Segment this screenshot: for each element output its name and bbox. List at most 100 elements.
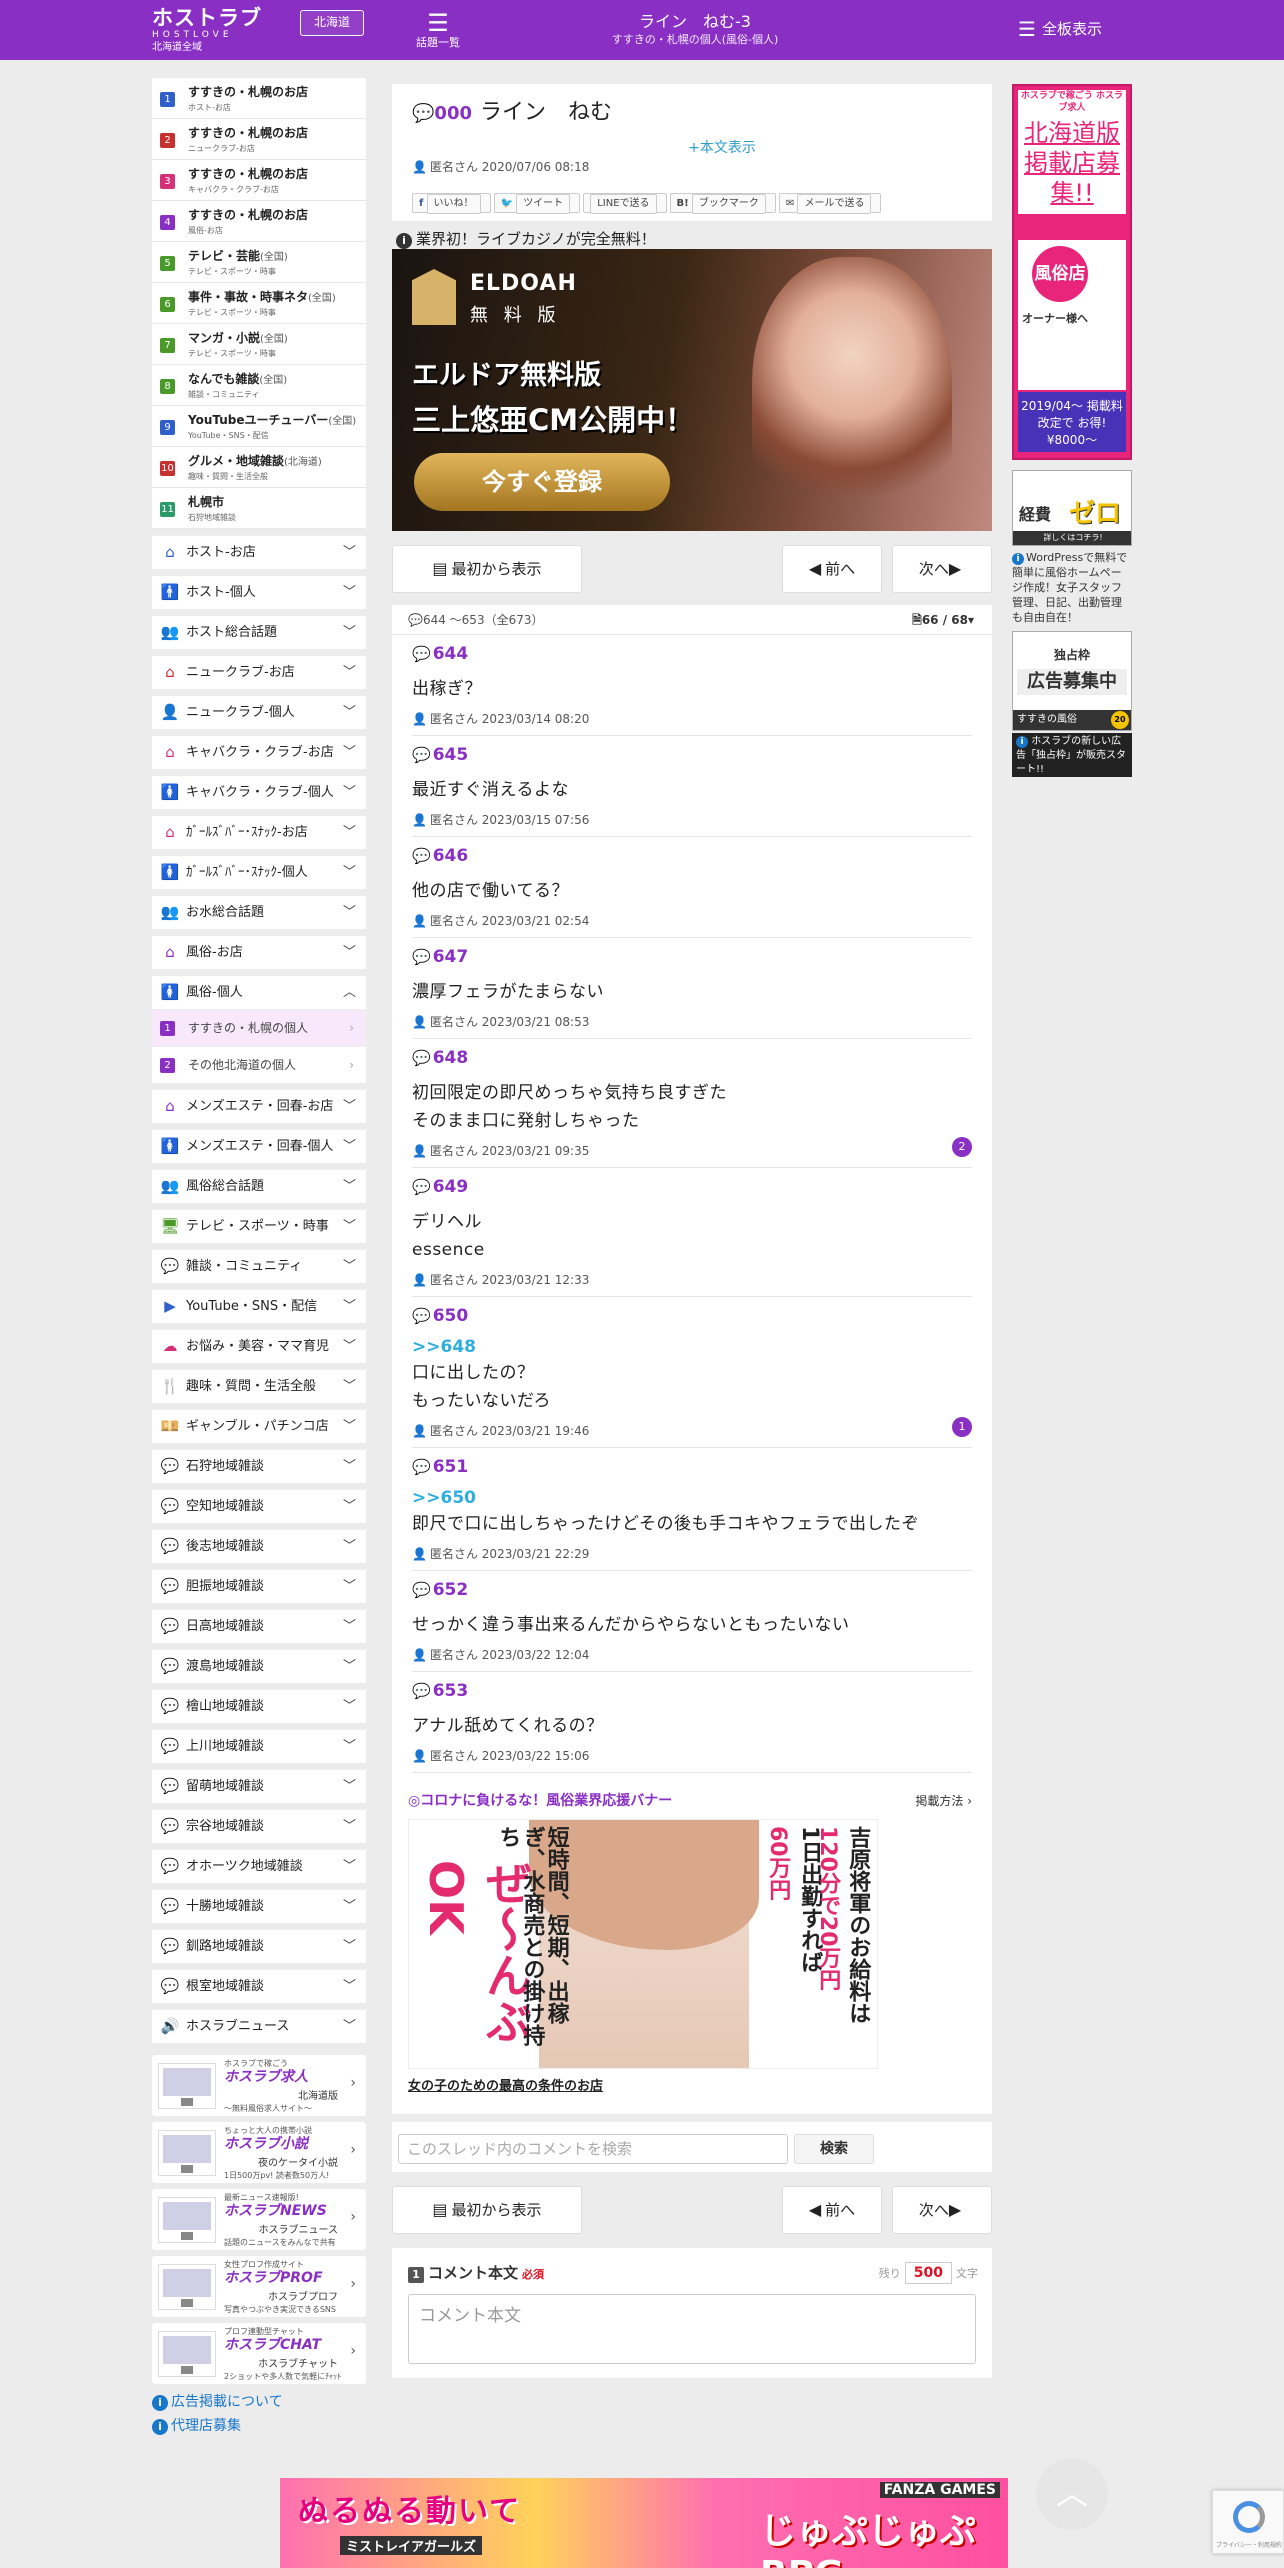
comment-number[interactable]: 💬 649 [412, 1176, 972, 1198]
category-item[interactable]: 🚹 ホスト-個人 ﹀ [152, 576, 366, 609]
show-from-first-button-bottom[interactable]: ▤ 最初から表示 [392, 2186, 582, 2234]
register-now-button[interactable]: 今すぐ登録 [414, 453, 670, 511]
reply-count-badge[interactable]: 1 [952, 1417, 972, 1437]
category-item[interactable]: 💴 ギャンブル・パチンコ店 ﹀ [152, 1410, 366, 1443]
comment-number[interactable]: 💬 653 [412, 1680, 972, 1702]
prev-button[interactable]: ◀ 前へ [782, 545, 882, 593]
category-item[interactable]: 💬 根室地域雑談 ﹀ [152, 1970, 366, 2003]
comment-number[interactable]: 💬 647 [412, 946, 972, 968]
agency-link[interactable]: i 代理店募集 [152, 2414, 366, 2438]
category-item[interactable]: ☁ お悩み・美容・ママ育児 ﹀ [152, 1330, 366, 1363]
comment-body-textarea[interactable]: コメント本文 [408, 2294, 976, 2364]
category-item[interactable]: ⌂ 風俗-お店 ﹀ [152, 936, 366, 969]
scroll-to-top-button[interactable]: ︿ [1036, 2458, 1108, 2530]
comment-number[interactable]: 💬 650 [412, 1305, 972, 1327]
category-item[interactable]: 🚺 ｶﾞｰﾙｽﾞﾊﾞｰ･ｽﾅｯｸ-個人 ﹀ [152, 856, 366, 889]
sub-board-item[interactable]: 1 すすきの・札幌のお店 ホスト-お店 [152, 78, 366, 119]
category-item[interactable]: 👤 ニュークラブ-個人 ﹀ [152, 696, 366, 729]
all-boards-button[interactable]: ☰ 全板表示 [1018, 18, 1138, 40]
zero-cost-ad[interactable]: 経費 ゼロ 詳しくはコチラ! [1012, 470, 1132, 546]
comment-search-input[interactable]: このスレッド内のコメントを検索 [398, 2134, 788, 2164]
ad-info-link[interactable]: i 広告掲載について [152, 2390, 366, 2414]
region-button[interactable]: 北海道 [300, 10, 364, 36]
bookmark-button[interactable]: B! ブックマーク [669, 193, 776, 214]
category-item[interactable]: 💬 十勝地域雑談 ﹀ [152, 1890, 366, 1923]
recaptcha-badge[interactable]: プライバシー・利用規約 [1212, 2490, 1284, 2554]
category-item[interactable]: 💬 宗谷地域雑談 ﹀ [152, 1810, 366, 1843]
comment-number[interactable]: 💬 644 [412, 643, 972, 665]
site-logo[interactable]: ホストラブ HOSTLOVE 北海道全域 [152, 8, 292, 55]
category-item[interactable]: 💬 日高地域雑談 ﹀ [152, 1610, 366, 1643]
category-item[interactable]: ⌂ キャバクラ・クラブ-お店 ﹀ [152, 736, 366, 769]
service-banner[interactable]: 女性プロフ作成サイト ホスラブPROF ホスラブプロフ 写真やつぶやき実況できるSNS… [152, 2256, 366, 2317]
category-item[interactable]: 💬 渡島地域雑談 ﹀ [152, 1650, 366, 1683]
category-item[interactable]: 👥 お水総合話題 ﹀ [152, 896, 366, 929]
category-item[interactable]: 💬 後志地域雑談 ﹀ [152, 1530, 366, 1563]
category-item[interactable]: 💬 オホーツク地域雑談 ﹀ [152, 1850, 366, 1883]
search-button[interactable]: 検索 [794, 2134, 874, 2164]
wordpress-ad-text[interactable]: i WordPressで無料で簡単に風俗ホームページ作成！女子スタッフ管理、日記、… [1012, 550, 1132, 625]
sub-board-item[interactable]: 10 グルメ・地域雑談(北海道) 趣味・質問・生活全般 [152, 447, 366, 488]
recruit-ad-banner[interactable]: ぜ〜んぶOK 短時間、短期、出稼ぎ、水商売との掛け持ち 60万円 1日出勤すれば… [408, 1819, 878, 2069]
sub-board-item[interactable]: 2 その他北海道の個人 › [152, 1046, 366, 1083]
line-share-button[interactable]: LINEで送る [583, 193, 667, 214]
tweet-button[interactable]: 🐦 ツイート [493, 193, 581, 214]
sub-board-item[interactable]: 1 すすきの・札幌の個人 › [152, 1009, 366, 1046]
category-item[interactable]: 💬 雑談・コミュニティ ﹀ [152, 1250, 366, 1283]
mail-share-button[interactable]: ✉ メールで送る [778, 193, 882, 214]
service-banner[interactable]: 最新ニュース速報版! ホスラブNEWS ホスラブニュース 話題のニュースをみんなで共有… [152, 2189, 366, 2250]
category-item[interactable]: 💬 留萌地域雑談 ﹀ [152, 1770, 366, 1803]
show-body-link[interactable]: +本文表示 [412, 137, 972, 157]
category-item[interactable]: 🚺 メンズエステ・回春-個人 ﹀ [152, 1130, 366, 1163]
category-item[interactable]: ⌂ ｶﾞｰﾙｽﾞﾊﾞｰ･ｽﾅｯｸ-お店 ﹀ [152, 816, 366, 849]
sub-board-item[interactable]: 11 札幌市 石狩地域雑談 [152, 488, 366, 529]
service-banner[interactable]: ちょっと大人の携帯小説 ホスラブ小説 夜のケータイ小説 1日500万pv! 読者数50… [152, 2122, 366, 2183]
reply-count-badge[interactable]: 2 [952, 1137, 972, 1157]
how-to-post-link[interactable]: 掲載方法 › [915, 1791, 972, 1811]
next-button[interactable]: 次へ▶ [892, 545, 992, 593]
category-item[interactable]: 💬 胆振地域雑談 ﹀ [152, 1570, 366, 1603]
reply-anchor-link[interactable]: >>648 [412, 1335, 972, 1359]
category-item[interactable]: ⌂ ニュークラブ-お店 ﹀ [152, 656, 366, 689]
bottom-game-ad[interactable]: ぬるぬる動いて ミストレイアガールズ じゅぷじゅぷRPG FANZA GAMES [280, 2478, 1008, 2568]
casino-ad-banner[interactable]: ELDOAH 無 料 版 エルドア無料版 三上悠亜CM公開中！ 今すぐ登録 [392, 249, 992, 531]
comment-number[interactable]: 💬 645 [412, 744, 972, 766]
sub-board-item[interactable]: 8 なんでも雑談(全国) 雑談・コミュニティ [152, 365, 366, 406]
category-item[interactable]: ⌂ メンズエステ・回春-お店 ﹀ [152, 1090, 366, 1123]
category-item[interactable]: 💬 上川地域雑談 ﹀ [152, 1730, 366, 1763]
comment-number[interactable]: 💬 652 [412, 1579, 972, 1601]
category-item[interactable]: 💬 釧路地域雑談 ﹀ [152, 1930, 366, 1963]
service-banner[interactable]: プロフ連動型チャット ホスラブCHAT ホスラブチャット 2ショットや多人数で気軽にﾁ… [152, 2323, 366, 2384]
category-item[interactable]: 🍴 趣味・質問・生活全般 ﹀ [152, 1370, 366, 1403]
facebook-like-button[interactable]: f いいね！ [412, 193, 491, 214]
sub-board-item[interactable]: 9 YouTubeユーチューバー(全国) YouTube・SNS・配信 [152, 406, 366, 447]
sub-board-item[interactable]: 7 マンガ・小説(全国) テレビ・スポーツ・時事 [152, 324, 366, 365]
category-item[interactable]: ▶ YouTube・SNS・配信 ﹀ [152, 1290, 366, 1323]
category-expanded[interactable]: 🚺 風俗-個人 ︿ [152, 976, 366, 1009]
category-item[interactable]: 💬 檜山地域雑談 ﹀ [152, 1690, 366, 1723]
category-item[interactable]: 👥 風俗総合話題 ﹀ [152, 1170, 366, 1203]
page-selector[interactable]: 🗎66 / 68▾ [912, 605, 974, 635]
exclusive-slot-note[interactable]: i ホスラブの新しい広告「独占枠」が販売スタート!! [1012, 733, 1132, 777]
show-from-first-button[interactable]: ▤ 最初から表示 [392, 545, 582, 593]
sub-board-item[interactable]: 3 すすきの・札幌のお店 キャバクラ・クラブ-お店 [152, 160, 366, 201]
category-item[interactable]: 🔊 ホスラブニュース ﹀ [152, 2010, 366, 2043]
category-item[interactable]: 💬 石狩地域雑談 ﹀ [152, 1450, 366, 1483]
category-item[interactable]: ⌂ ホスト-お店 ﹀ [152, 536, 366, 569]
exclusive-slot-ad[interactable]: 独占枠 広告募集中 すすきの風俗20枠 [1012, 631, 1132, 731]
next-button-bottom[interactable]: 次へ▶ [892, 2186, 992, 2234]
category-item[interactable]: 👥 ホスト総合話題 ﹀ [152, 616, 366, 649]
prev-button-bottom[interactable]: ◀ 前へ [782, 2186, 882, 2234]
reply-anchor-link[interactable]: >>650 [412, 1486, 972, 1510]
topics-list-button[interactable]: ☰ 話題一覧 [410, 10, 466, 50]
sub-board-item[interactable]: 2 すすきの・札幌のお店 ニュークラブ-お店 [152, 119, 366, 160]
category-item[interactable]: 🚺 キャバクラ・クラブ-個人 ﹀ [152, 776, 366, 809]
comment-number[interactable]: 💬 651 [412, 1456, 972, 1478]
category-item[interactable]: 💬 空知地域雑談 ﹀ [152, 1490, 366, 1523]
category-item[interactable]: 🖥 テレビ・スポーツ・時事 ﹀ [152, 1210, 366, 1243]
sub-board-item[interactable]: 4 すすきの・札幌のお店 風俗-お店 [152, 201, 366, 242]
sub-board-item[interactable]: 6 事件・事故・時事ネタ(全国) テレビ・スポーツ・時事 [152, 283, 366, 324]
service-banner[interactable]: ホスラブで稼ごう ホスラブ求人 北海道版 ～無料風俗求人サイト～ › [152, 2055, 366, 2116]
sub-board-item[interactable]: 5 テレビ・芸能(全国) テレビ・スポーツ・時事 [152, 242, 366, 283]
comment-number[interactable]: 💬 648 [412, 1047, 972, 1069]
